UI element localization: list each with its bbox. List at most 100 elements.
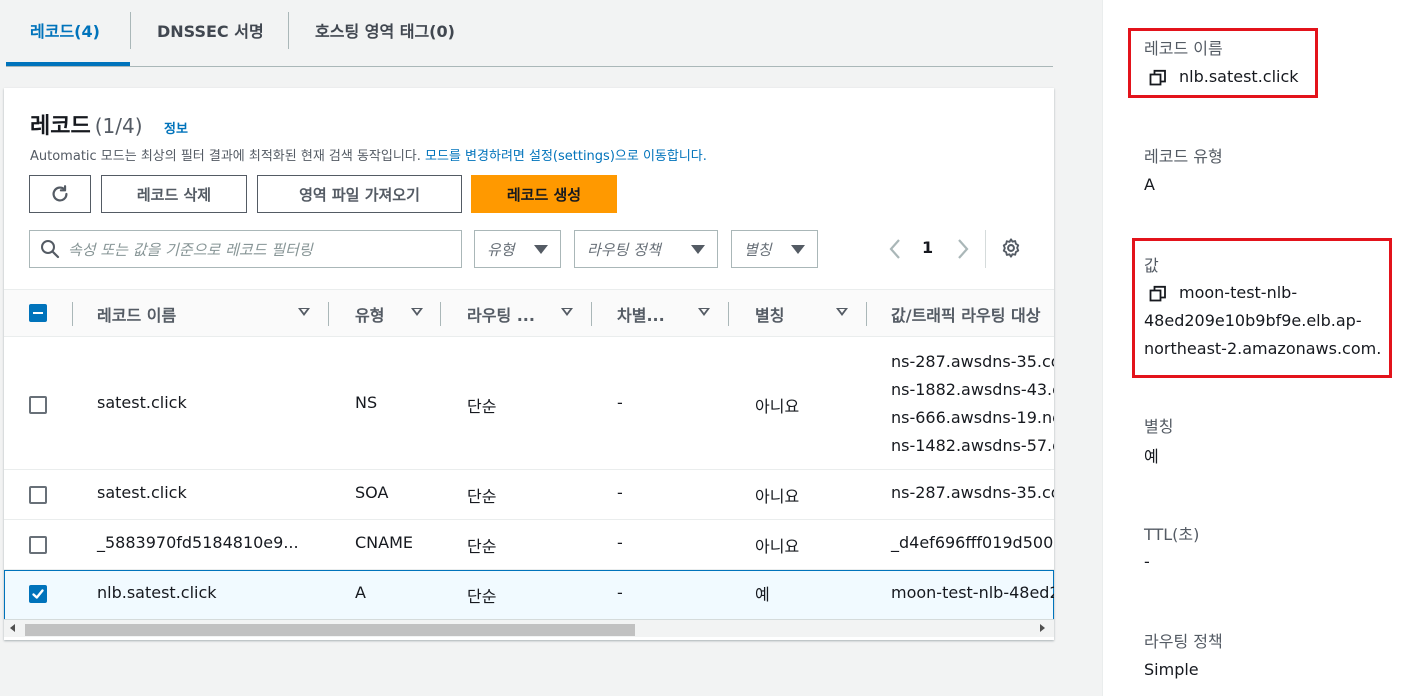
- column-header-differentiator[interactable]: 차별...: [617, 302, 665, 326]
- record-details-panel: 레코드 이름 nlb.satest.click 레코드 유형 A 값 moon-…: [1102, 0, 1402, 696]
- sort-icon[interactable]: [836, 308, 848, 316]
- record-type-value: A: [1144, 175, 1155, 194]
- table-row[interactable]: _5883970fd5184810e9... CNAME 단순 - 아니요 _d…: [4, 520, 1054, 570]
- record-type: NS: [355, 393, 378, 412]
- record-alias: 아니요: [755, 397, 800, 416]
- gear-icon[interactable]: [1000, 237, 1022, 259]
- record-routing: 단순: [467, 487, 497, 506]
- record-name: satest.click: [97, 393, 187, 412]
- record-routing: 단순: [467, 587, 497, 606]
- caret-down-icon: [791, 244, 805, 254]
- highlight-box: [1132, 238, 1392, 378]
- record-values: ns-287.awsdns-35.com. ns-1882.awsdns-43.…: [891, 348, 1054, 460]
- record-routing: 단순: [467, 397, 497, 416]
- refresh-button[interactable]: [29, 175, 91, 213]
- record-routing: 단순: [467, 537, 497, 556]
- record-filter-input[interactable]: 속성 또는 값을 기준으로 레코드 필터링: [29, 230, 462, 268]
- column-separator: [328, 302, 329, 326]
- record-name: nlb.satest.click: [97, 583, 217, 602]
- select-all-checkbox[interactable]: [29, 304, 47, 322]
- record-type: A: [355, 583, 366, 602]
- records-container: 레코드 (1/4) 정보 Automatic 모드는 최상의 필터 결과에 최적화…: [4, 88, 1054, 640]
- column-separator: [591, 302, 592, 326]
- column-header-routing[interactable]: 라우팅 ...: [467, 302, 535, 326]
- column-separator: [72, 302, 73, 326]
- scroll-thumb[interactable]: [25, 624, 635, 636]
- table-header: 레코드 이름 유형 라우팅 ... 차별... 별칭 값/트래픽 라우팅 대상: [4, 289, 1054, 337]
- column-separator: [866, 302, 867, 326]
- caret-down-icon: [534, 244, 548, 254]
- delete-record-button[interactable]: 레코드 삭제: [101, 175, 247, 213]
- records-count: (1/4): [94, 114, 143, 138]
- tab-dnssec[interactable]: DNSSEC 서명: [157, 18, 264, 42]
- alias-value: 예: [1144, 447, 1159, 466]
- record-value-line: ns-666.awsdns-19.net.: [891, 408, 1054, 427]
- tab-separator: [288, 12, 289, 49]
- tab-records[interactable]: 레코드(4): [30, 18, 100, 42]
- refresh-icon: [52, 185, 68, 202]
- import-zone-file-button[interactable]: 영역 파일 가져오기: [257, 175, 462, 213]
- record-type-label: 레코드 유형: [1144, 147, 1223, 166]
- column-header-alias[interactable]: 별칭: [755, 302, 784, 326]
- column-header-type[interactable]: 유형: [355, 302, 384, 326]
- column-header-value[interactable]: 값/트래픽 라우팅 대상: [891, 302, 1040, 326]
- scroll-left-arrow[interactable]: [10, 624, 15, 632]
- record-name: satest.click: [97, 483, 187, 502]
- record-value: ns-287.awsdns-35.com.: [891, 483, 1054, 502]
- info-link[interactable]: 정보: [164, 118, 188, 137]
- table-row[interactable]: satest.click NS 단순 - 아니요 ns-287.awsdns-3…: [4, 338, 1054, 470]
- previous-page-icon[interactable]: [888, 238, 902, 260]
- ttl-value: -: [1144, 552, 1150, 571]
- alias-filter-select[interactable]: 별칭: [731, 230, 818, 268]
- sort-icon[interactable]: [698, 308, 710, 316]
- horizontal-scrollbar[interactable]: [4, 619, 1054, 637]
- ttl-label: TTL(초): [1144, 525, 1200, 544]
- row-checkbox-checked[interactable]: [29, 585, 47, 603]
- table-row-selected[interactable]: nlb.satest.click A 단순 - 예 moon-test-nlb-…: [4, 570, 1054, 620]
- current-page[interactable]: 1: [922, 238, 933, 257]
- routing-policy-value: Simple: [1144, 660, 1199, 679]
- row-checkbox[interactable]: [29, 486, 47, 504]
- scroll-right-arrow[interactable]: [1040, 624, 1045, 632]
- tab-bar: 레코드(4) DNSSEC 서명 호스팅 영역 태그(0): [0, 0, 1102, 66]
- column-separator: [728, 302, 729, 326]
- sort-icon[interactable]: [411, 308, 423, 316]
- create-record-button[interactable]: 레코드 생성: [471, 175, 617, 213]
- settings-link[interactable]: 모드를 변경하려면 설정(settings)으로 이동합니다.: [425, 149, 707, 164]
- record-alias: 아니요: [755, 537, 800, 556]
- pager-separator: [985, 230, 986, 268]
- row-checkbox[interactable]: [29, 396, 47, 414]
- alias-label: 별칭: [1144, 417, 1174, 436]
- record-differentiator: -: [617, 483, 623, 502]
- routing-policy-label: 라우팅 정책: [1144, 632, 1223, 651]
- records-title: 레코드 (1/4): [30, 108, 143, 140]
- record-value: moon-test-nlb-48ed209e10b9bf9e: [891, 583, 1054, 602]
- tab-separator: [130, 12, 131, 49]
- column-separator: [440, 302, 441, 326]
- record-type: CNAME: [355, 533, 413, 552]
- type-filter-select[interactable]: 유형: [474, 230, 561, 268]
- alias-filter-label: 별칭: [744, 240, 772, 259]
- row-checkbox[interactable]: [29, 536, 47, 554]
- sort-icon[interactable]: [561, 308, 573, 316]
- indeterminate-mark: [33, 312, 43, 314]
- record-value: _d4ef696fff019d500: [891, 533, 1054, 552]
- record-differentiator: -: [617, 533, 623, 552]
- caret-down-icon: [691, 244, 705, 254]
- description-text: Automatic 모드는 최상의 필터 결과에 최적화된 현재 검색 동작입니…: [30, 149, 426, 164]
- routing-filter-label: 라우팅 정책: [587, 240, 661, 259]
- record-alias: 예: [755, 585, 770, 604]
- record-value-line: ns-1482.awsdns-57.org.: [891, 436, 1054, 455]
- routing-policy-filter-select[interactable]: 라우팅 정책: [574, 230, 718, 268]
- column-header-record-name[interactable]: 레코드 이름: [97, 302, 176, 326]
- tab-divider: [6, 66, 1053, 67]
- tab-hosted-zone-tags[interactable]: 호스팅 영역 태그(0): [315, 18, 455, 42]
- record-differentiator: -: [617, 393, 623, 412]
- search-icon: [41, 240, 60, 259]
- sort-icon[interactable]: [298, 308, 310, 316]
- table-row[interactable]: satest.click SOA 단순 - 아니요 ns-287.awsdns-…: [4, 470, 1054, 520]
- record-alias: 아니요: [755, 487, 800, 506]
- type-filter-label: 유형: [487, 240, 515, 259]
- next-page-icon[interactable]: [956, 238, 970, 260]
- search-mode-description: Automatic 모드는 최상의 필터 결과에 최적화된 현재 검색 동작입니…: [30, 145, 707, 164]
